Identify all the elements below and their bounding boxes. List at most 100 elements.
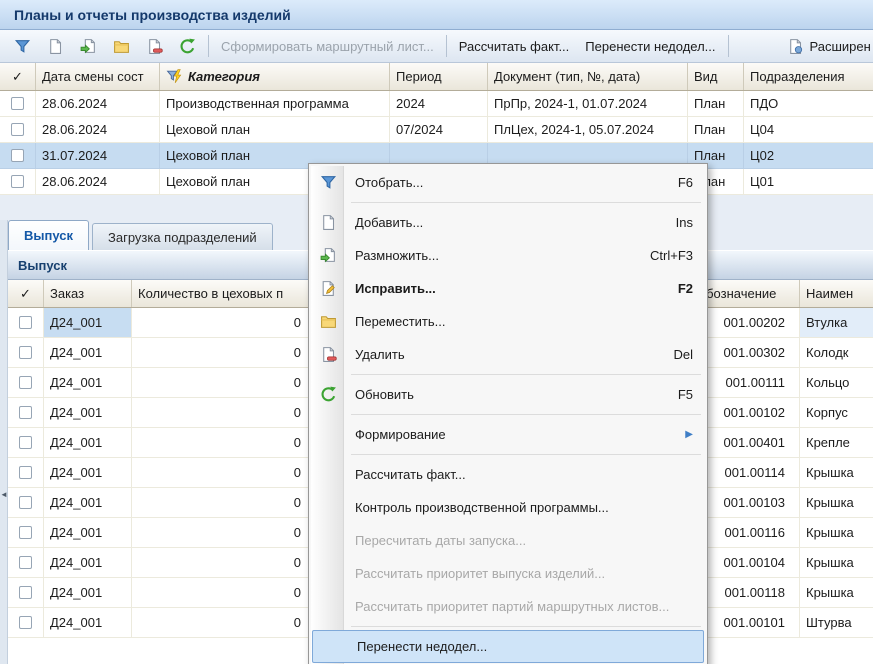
menu-item-delete[interactable]: УдалитьDel xyxy=(311,338,705,371)
checkbox[interactable] xyxy=(19,496,32,509)
cell-order: Д24_001 xyxy=(44,338,132,368)
toolbar-button-delete[interactable] xyxy=(138,33,171,59)
header-name-label: Наимен xyxy=(806,286,853,301)
tab-vypusk[interactable]: Выпуск xyxy=(8,220,89,250)
menu-item-transfer-shortfall[interactable]: Перенести недодел... xyxy=(312,630,704,663)
menu-item-label: Рассчитать приоритет партий маршрутных л… xyxy=(355,599,669,614)
window: Планы и отчеты производства изделий Сфор… xyxy=(0,0,873,664)
copy-doc-icon xyxy=(80,38,97,55)
checkbox[interactable] xyxy=(11,97,24,110)
toolbar-button-transfer-shortfall[interactable]: Перенести недодел... xyxy=(577,33,723,59)
cell-division: Ц04 xyxy=(744,117,873,143)
menu-item-add[interactable]: Добавить...Ins xyxy=(311,206,705,239)
cell-name: Кольцо xyxy=(800,368,873,398)
header-document-label: Документ (тип, №, дата) xyxy=(494,69,640,84)
toolbar-separator xyxy=(446,35,447,57)
menu-item-label: Контроль производственной программы... xyxy=(355,500,609,515)
checkbox[interactable] xyxy=(19,586,32,599)
checkbox[interactable] xyxy=(19,316,32,329)
folder-icon xyxy=(113,38,130,55)
menu-item-label: Перенести недодел... xyxy=(357,639,487,654)
header-date[interactable]: Дата смены сост xyxy=(36,63,160,90)
submenu-arrow-icon: ▶ xyxy=(685,429,693,440)
menu-item-formation[interactable]: Формирование ▶ xyxy=(311,418,705,451)
menu-item-recalc-launch-dates[interactable]: Пересчитать даты запуска... xyxy=(311,524,705,557)
toolbar-button-label: Перенести недодел... xyxy=(585,39,715,54)
cell-date: 28.06.2024 xyxy=(36,91,160,117)
header-name[interactable]: Наимен xyxy=(800,280,873,307)
menu-item-label: Рассчитать приоритет выпуска изделий... xyxy=(355,566,605,581)
row-check-cell xyxy=(8,518,44,548)
checkbox[interactable] xyxy=(11,123,24,136)
row-check-cell xyxy=(8,458,44,488)
menu-shortcut: Ins xyxy=(648,215,693,230)
header-document[interactable]: Документ (тип, №, дата) xyxy=(488,63,688,90)
cell-order: Д24_001 xyxy=(44,428,132,458)
cell-quantity: 0 xyxy=(132,488,312,518)
delete-doc-icon xyxy=(320,346,337,363)
menu-item-move[interactable]: Переместить... xyxy=(311,305,705,338)
cell-category: Производственная программа xyxy=(160,91,390,117)
toolbar-button-calc-fact[interactable]: Рассчитать факт... xyxy=(451,33,578,59)
toolbar-button-refresh[interactable] xyxy=(171,33,204,59)
left-splitter[interactable]: ◄ xyxy=(0,220,8,664)
cell-name: Штурва xyxy=(800,608,873,638)
toolbar-button-move[interactable] xyxy=(105,33,138,59)
toolbar-button-filter[interactable] xyxy=(6,33,39,59)
cell-quantity: 0 xyxy=(132,308,312,338)
header-division[interactable]: Подразделения xyxy=(744,63,873,90)
menu-item-calc-product-priority[interactable]: Рассчитать приоритет выпуска изделий... xyxy=(311,557,705,590)
section-title: Выпуск xyxy=(18,258,67,273)
checkbox[interactable] xyxy=(11,149,24,162)
header-kind-label: Вид xyxy=(694,69,718,84)
check-icon: ✓ xyxy=(20,286,31,302)
header-quantity-label: Количество в цеховых п xyxy=(138,286,283,301)
menu-item-edit[interactable]: Исправить...F2 xyxy=(311,272,705,305)
header-category[interactable]: Категория xyxy=(160,63,390,90)
menu-item-control-production-program[interactable]: Контроль производственной программы... xyxy=(311,491,705,524)
checkbox[interactable] xyxy=(19,376,32,389)
cell-name: Крышка xyxy=(800,578,873,608)
plans-table-row[interactable]: 28.06.2024Цеховой план07/2024ПлЦех, 2024… xyxy=(0,117,873,143)
menu-item-label: Формирование xyxy=(355,427,446,442)
toolbar-button-form-route-sheet[interactable]: Сформировать маршрутный лист... xyxy=(213,33,442,59)
check-icon: ✓ xyxy=(12,69,23,85)
toolbar-button-add[interactable] xyxy=(39,33,72,59)
header-check-2[interactable]: ✓ xyxy=(8,280,44,307)
menu-item-calc-batch-priority[interactable]: Рассчитать приоритет партий маршрутных л… xyxy=(311,590,705,623)
menu-item-refresh[interactable]: ОбновитьF5 xyxy=(311,378,705,411)
toolbar-button-duplicate[interactable] xyxy=(72,33,105,59)
plans-table-row[interactable]: 28.06.2024Производственная программа2024… xyxy=(0,91,873,117)
cell-name: Крышка xyxy=(800,548,873,578)
checkbox[interactable] xyxy=(19,526,32,539)
header-quantity[interactable]: Количество в цеховых п xyxy=(132,280,312,307)
checkbox[interactable] xyxy=(19,616,32,629)
cell-quantity: 0 xyxy=(132,398,312,428)
menu-item-calc-fact[interactable]: Рассчитать факт... xyxy=(311,458,705,491)
menu-shortcut: F5 xyxy=(650,387,693,402)
tab-zagruzka-podrazdelenij[interactable]: Загрузка подразделений xyxy=(92,223,273,250)
menu-item-select[interactable]: Отобрать...F6 xyxy=(311,166,705,199)
header-order[interactable]: Заказ xyxy=(44,280,132,307)
header-period[interactable]: Период xyxy=(390,63,488,90)
header-kind[interactable]: Вид xyxy=(688,63,744,90)
checkbox[interactable] xyxy=(19,556,32,569)
cell-quantity: 0 xyxy=(132,578,312,608)
checkbox[interactable] xyxy=(19,436,32,449)
cell-quantity: 0 xyxy=(132,608,312,638)
header-check[interactable]: ✓ xyxy=(0,63,36,90)
toolbar-separator xyxy=(728,35,729,57)
menu-separator xyxy=(351,202,701,203)
checkbox[interactable] xyxy=(19,466,32,479)
checkbox[interactable] xyxy=(19,406,32,419)
cell-order: Д24_001 xyxy=(44,308,132,338)
checkbox[interactable] xyxy=(11,175,24,188)
toolbar-button-extended[interactable]: Расширен xyxy=(779,33,873,59)
checkbox[interactable] xyxy=(19,346,32,359)
cell-category: Цеховой план xyxy=(160,117,390,143)
menu-shortcut: Ctrl+F3 xyxy=(622,248,693,263)
menu-item-duplicate[interactable]: Размножить...Ctrl+F3 xyxy=(311,239,705,272)
cell-kind: План xyxy=(688,91,744,117)
refresh-icon xyxy=(179,38,196,55)
header-division-label: Подразделения xyxy=(750,69,845,84)
